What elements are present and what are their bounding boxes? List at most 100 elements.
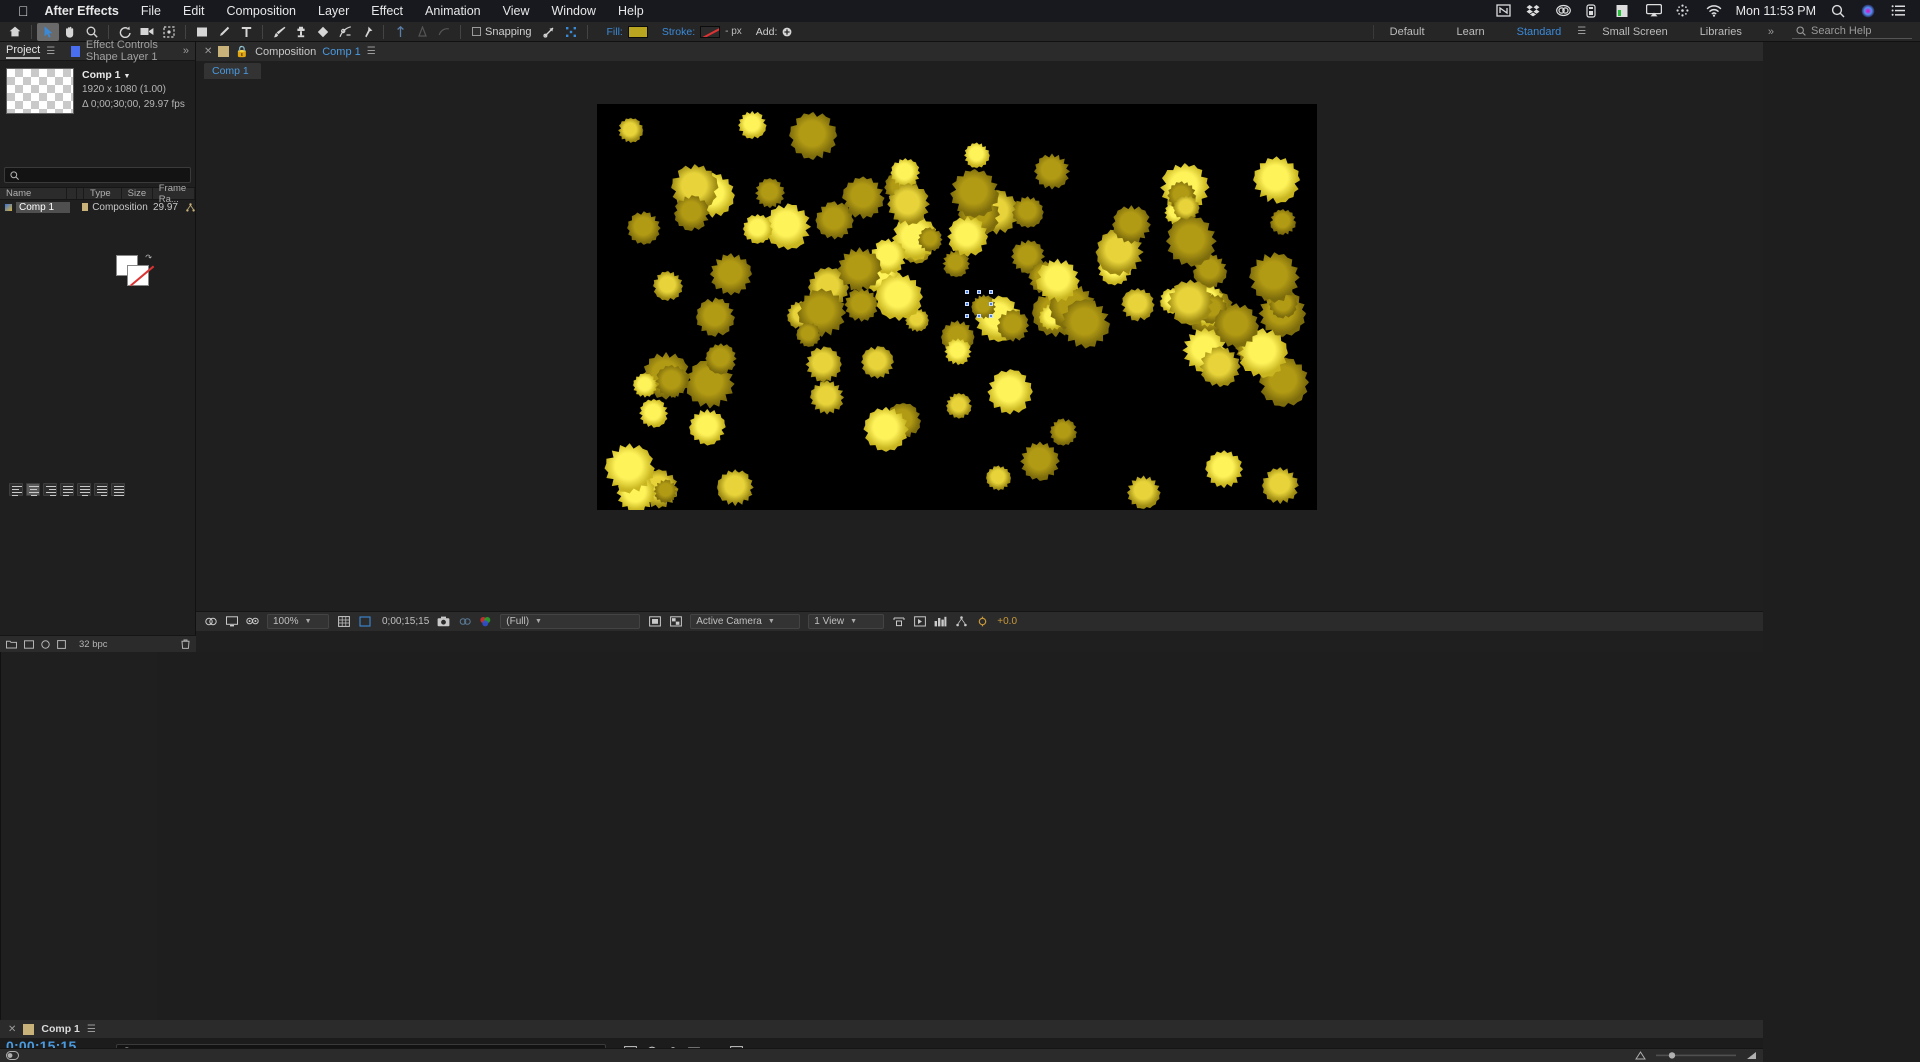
dropbox-icon[interactable] — [1526, 4, 1541, 18]
battery-icon[interactable] — [1616, 4, 1631, 18]
stroke-label[interactable]: Stroke: — [662, 26, 695, 38]
exposure-icon[interactable] — [976, 615, 989, 628]
stroke-color-swatch[interactable] — [700, 25, 721, 38]
timeline-comp-name[interactable]: Comp 1 — [41, 1023, 80, 1035]
subtab-comp-1[interactable]: Comp 1 — [204, 63, 261, 79]
hand-tool-icon[interactable] — [59, 23, 81, 41]
text-color-swatches[interactable]: ↷ — [116, 253, 152, 286]
snapshot-icon[interactable] — [437, 615, 450, 628]
justify-last-right-icon[interactable] — [94, 483, 108, 497]
delete-icon[interactable] — [181, 639, 190, 649]
close-icon[interactable]: ✕ — [8, 1024, 16, 1035]
toggle-mask-paths-icon[interactable] — [648, 615, 661, 628]
close-icon[interactable]: ✕ — [204, 46, 212, 57]
bit-depth-label[interactable]: 32 bpc — [79, 639, 108, 650]
menu-animation[interactable]: Animation — [425, 4, 481, 18]
project-panel-menu-icon[interactable]: ☰ — [46, 46, 55, 57]
camera-tool-icon[interactable] — [136, 23, 158, 41]
project-item-name[interactable]: Comp 1 — [16, 201, 71, 213]
timeline-panel-menu-icon[interactable]: ☰ — [87, 1024, 96, 1035]
new-bin-icon[interactable] — [6, 640, 17, 649]
fill-color-swatch[interactable] — [627, 25, 648, 38]
selection-tool-icon[interactable] — [37, 22, 59, 41]
timeline-zoom-slider[interactable] — [1656, 1051, 1736, 1060]
zoom-out-timeline-icon[interactable] — [1635, 1051, 1646, 1060]
stroke-color-swatch[interactable] — [127, 265, 149, 286]
home-icon[interactable] — [4, 23, 26, 41]
comp-flowchart-icon[interactable] — [955, 615, 968, 628]
workspace-standard[interactable]: Standard — [1501, 26, 1578, 38]
column-name[interactable]: Name — [0, 188, 68, 199]
viewer-timecode[interactable]: 0;00;15;15 — [382, 616, 429, 627]
pixel-aspect-correction-icon[interactable] — [892, 615, 905, 628]
menu-composition[interactable]: Composition — [227, 4, 296, 18]
chevron-down-icon[interactable]: ▼ — [123, 73, 130, 80]
fill-label[interactable]: Fill: — [607, 26, 623, 38]
comp-name[interactable]: Comp 1 — [82, 69, 121, 81]
clone-stamp-tool-icon[interactable] — [290, 23, 312, 41]
search-icon[interactable] — [1831, 4, 1846, 18]
project-item-row[interactable]: Comp 1 Composition 29.97 — [0, 200, 195, 214]
justify-last-left-icon[interactable] — [60, 483, 74, 497]
menu-effect[interactable]: Effect — [371, 4, 403, 18]
resolution-dropdown[interactable]: (Full) ▼ — [500, 614, 641, 629]
creative-cloud-icon[interactable] — [1555, 4, 1571, 18]
snapping-checkbox[interactable] — [472, 27, 481, 36]
project-search-input[interactable] — [4, 167, 191, 183]
column-size[interactable]: Size — [122, 188, 153, 199]
pen-tool-icon[interactable] — [213, 23, 235, 41]
project-settings-icon[interactable] — [57, 639, 66, 649]
tab-project[interactable]: Project — [6, 44, 41, 59]
composition-tab-name[interactable]: Comp 1 — [322, 46, 361, 58]
bluetooth-icon[interactable] — [1676, 4, 1691, 18]
grid-icon[interactable] — [560, 23, 582, 41]
workspace-default[interactable]: Default — [1374, 26, 1441, 38]
zoom-in-timeline-icon[interactable] — [1746, 1051, 1757, 1060]
zoom-tool-icon[interactable] — [81, 23, 103, 41]
always-preview-icon[interactable] — [204, 615, 217, 628]
apple-logo-icon[interactable]:  — [18, 4, 29, 18]
main-viewer-icon[interactable] — [225, 615, 238, 628]
airplay-icon[interactable] — [1645, 4, 1662, 18]
column-type[interactable]: Type — [84, 188, 122, 199]
align-left-icon[interactable] — [9, 483, 23, 497]
views-dropdown[interactable]: 1 View ▼ — [808, 614, 885, 629]
fast-previews-icon[interactable] — [913, 615, 926, 628]
column-frame-rate[interactable]: Frame Ra... — [153, 183, 195, 205]
snapping-toggle[interactable]: Snapping — [472, 26, 532, 38]
camera-dropdown[interactable]: Active Camera ▼ — [690, 614, 801, 629]
swap-colors-icon[interactable]: ↷ — [145, 253, 152, 262]
menu-window[interactable]: Window — [552, 4, 596, 18]
justify-last-center-icon[interactable] — [77, 483, 91, 497]
text-tool-icon[interactable] — [235, 23, 257, 41]
color-depth-icon[interactable] — [41, 639, 50, 649]
menu-help[interactable]: Help — [618, 4, 644, 18]
panel-overflow-icon[interactable]: » — [183, 45, 189, 57]
menu-layer[interactable]: Layer — [318, 4, 349, 18]
menu-edit[interactable]: Edit — [183, 4, 205, 18]
workspace-overflow-icon[interactable]: » — [1758, 26, 1784, 38]
show-snapshot-icon[interactable] — [458, 615, 471, 628]
notch-icon[interactable] — [1495, 4, 1511, 18]
menu-after-effects[interactable]: After Effects — [45, 4, 119, 18]
stroke-width-value[interactable]: - px — [725, 26, 742, 37]
justify-all-icon[interactable] — [111, 483, 125, 497]
rectangle-tool-icon[interactable] — [191, 23, 213, 41]
pan-behind-tool-icon[interactable] — [158, 23, 180, 41]
tab-effect-controls[interactable]: Effect Controls Shape Layer 1 — [86, 39, 177, 63]
workspace-small-screen[interactable]: Small Screen — [1586, 26, 1683, 38]
menu-view[interactable]: View — [503, 4, 530, 18]
transparency-grid-icon[interactable] — [669, 615, 682, 628]
orbit-tool-icon[interactable] — [411, 23, 433, 41]
unified-camera-icon[interactable] — [389, 23, 411, 41]
magnification-dropdown[interactable]: 100% ▼ — [267, 614, 329, 629]
eraser-tool-icon[interactable] — [312, 23, 334, 41]
search-help-box[interactable]: Search Help — [1792, 25, 1912, 39]
roto-brush-tool-icon[interactable] — [334, 23, 356, 41]
preview-toggle-icon[interactable] — [246, 615, 259, 628]
track-z-tool-icon[interactable] — [433, 23, 455, 41]
rotate-tool-icon[interactable] — [114, 23, 136, 41]
resolution-grid-icon[interactable] — [337, 615, 350, 628]
workspace-libraries[interactable]: Libraries — [1684, 26, 1758, 38]
menu-file[interactable]: File — [141, 4, 161, 18]
